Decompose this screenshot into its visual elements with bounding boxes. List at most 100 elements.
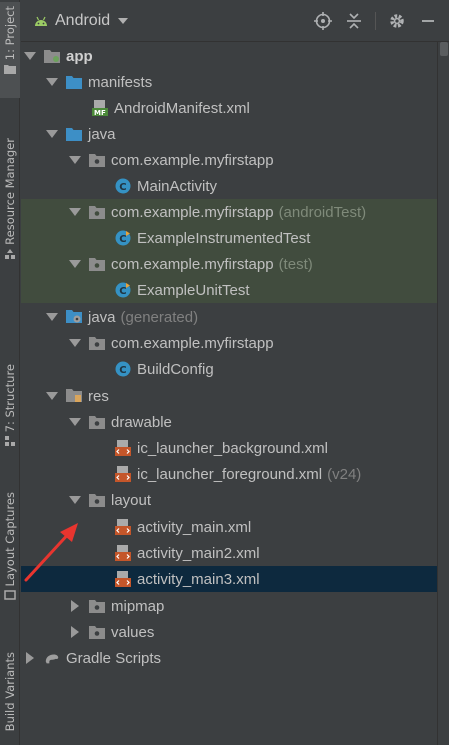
tree-label: java bbox=[88, 125, 116, 143]
package-icon bbox=[89, 204, 105, 220]
tree-item-ic-launcher-foreground[interactable]: ic_launcher_foreground.xml (v24) bbox=[21, 461, 437, 487]
expand-arrow-icon[interactable] bbox=[69, 260, 81, 268]
expand-arrow-icon[interactable] bbox=[46, 130, 58, 138]
tree-item-android-manifest[interactable]: MF AndroidManifest.xml bbox=[21, 95, 437, 121]
expand-arrow-icon[interactable] bbox=[46, 78, 58, 86]
tree-item-java[interactable]: java bbox=[21, 121, 437, 147]
package-icon bbox=[89, 256, 105, 272]
tab-structure-label: 7: Structure bbox=[3, 364, 17, 433]
scrollbar-thumb[interactable] bbox=[440, 42, 448, 56]
tab-structure[interactable]: 7: Structure bbox=[0, 364, 20, 460]
tree-item-package-generated[interactable]: com.example.myfirstapp bbox=[21, 330, 437, 356]
tree-item-package[interactable]: com.example.myfirstapp bbox=[21, 147, 437, 173]
shapes-icon bbox=[5, 248, 15, 259]
gear-icon[interactable] bbox=[387, 11, 407, 31]
tree-item-activity-main2[interactable]: activity_main2.xml bbox=[21, 540, 437, 566]
expand-arrow-icon[interactable] bbox=[69, 156, 81, 164]
tree-item-manifests[interactable]: manifests bbox=[21, 69, 437, 95]
folder-icon bbox=[66, 126, 82, 142]
class-icon: C bbox=[115, 178, 131, 194]
tree-label: activity_main3.xml bbox=[137, 570, 260, 588]
manifest-file-icon: MF bbox=[92, 100, 108, 116]
generated-folder-icon bbox=[66, 309, 82, 325]
tree-item-java-generated[interactable]: java (generated) bbox=[21, 304, 437, 330]
vertical-scrollbar[interactable] bbox=[437, 42, 449, 745]
folder-icon bbox=[66, 74, 82, 90]
tool-window-strip: 1: Project Resource Manager 7: Structure… bbox=[0, 0, 20, 745]
tree-label: com.example.myfirstapp bbox=[111, 151, 274, 169]
tree-item-res[interactable]: res bbox=[21, 383, 437, 409]
collapse-arrow-icon[interactable] bbox=[71, 600, 79, 612]
tree-label: res bbox=[88, 387, 109, 405]
android-icon bbox=[35, 16, 47, 26]
tree-item-layout[interactable]: layout bbox=[21, 487, 437, 513]
tree-item-main-activity[interactable]: C MainActivity bbox=[21, 173, 437, 199]
collapse-all-icon[interactable] bbox=[344, 11, 364, 31]
tree-label-suffix: (test) bbox=[278, 255, 313, 273]
tab-project[interactable]: 1: Project bbox=[0, 2, 20, 98]
tree-label: Gradle Scripts bbox=[66, 649, 162, 667]
tab-build-variants[interactable]: Build Variants bbox=[0, 652, 20, 742]
tree-label: com.example.myfirstapp bbox=[111, 334, 274, 352]
tab-resource-manager[interactable]: Resource Manager bbox=[0, 138, 20, 288]
view-selector[interactable]: Android bbox=[55, 12, 110, 30]
tree-item-activity-main[interactable]: activity_main.xml bbox=[21, 514, 437, 540]
xml-file-icon bbox=[115, 571, 131, 587]
expand-arrow-icon[interactable] bbox=[46, 392, 58, 400]
tree-label: mipmap bbox=[111, 597, 165, 615]
package-icon bbox=[89, 335, 105, 351]
tree-item-drawable[interactable]: drawable bbox=[21, 409, 437, 435]
tree-label: activity_main2.xml bbox=[137, 544, 260, 562]
package-icon bbox=[89, 492, 105, 508]
expand-arrow-icon[interactable] bbox=[69, 418, 81, 426]
tree-item-values[interactable]: values bbox=[21, 619, 437, 645]
tree-label: drawable bbox=[111, 413, 172, 431]
tab-project-label: 1: Project bbox=[3, 6, 17, 61]
tree-label: layout bbox=[111, 491, 152, 509]
collapse-arrow-icon[interactable] bbox=[71, 626, 79, 638]
tree-label: AndroidManifest.xml bbox=[114, 99, 250, 117]
locate-icon[interactable] bbox=[313, 11, 333, 31]
tree-label: ExampleUnitTest bbox=[137, 281, 250, 299]
tree-item-package-test[interactable]: com.example.myfirstapp (test) bbox=[21, 251, 437, 277]
svg-text:C: C bbox=[119, 286, 126, 297]
tab-resource-manager-label: Resource Manager bbox=[3, 138, 17, 245]
tree-item-gradle-scripts[interactable]: Gradle Scripts bbox=[21, 645, 437, 671]
tree-label: app bbox=[66, 47, 93, 65]
tree-label: com.example.myfirstapp bbox=[111, 203, 274, 221]
tree-label-suffix: (androidTest) bbox=[278, 203, 367, 221]
folder-icon bbox=[4, 65, 16, 75]
tab-layout-captures[interactable]: Layout Captures bbox=[0, 492, 20, 612]
tree-item-ic-launcher-background[interactable]: ic_launcher_background.xml bbox=[21, 435, 437, 461]
expand-arrow-icon[interactable] bbox=[69, 208, 81, 216]
test-class-icon: C bbox=[115, 282, 131, 298]
tree-item-unit-test[interactable]: C ExampleUnitTest bbox=[21, 277, 437, 303]
tree-item-activity-main3[interactable]: activity_main3.xml bbox=[21, 566, 437, 592]
tree-label: BuildConfig bbox=[137, 360, 214, 378]
test-class-icon: C bbox=[115, 230, 131, 246]
tree-item-build-config[interactable]: C BuildConfig bbox=[21, 356, 437, 382]
expand-arrow-icon[interactable] bbox=[69, 339, 81, 347]
expand-arrow-icon[interactable] bbox=[24, 52, 36, 60]
tree-label-suffix: (generated) bbox=[120, 308, 199, 326]
xml-file-icon bbox=[115, 466, 131, 482]
tree-item-package-android-test[interactable]: com.example.myfirstapp (androidTest) bbox=[21, 199, 437, 225]
tree-item-instrumented-test[interactable]: C ExampleInstrumentedTest bbox=[21, 225, 437, 251]
tree-label: activity_main.xml bbox=[137, 518, 252, 536]
package-icon bbox=[89, 624, 105, 640]
capture-icon bbox=[4, 590, 16, 601]
chevron-down-icon[interactable] bbox=[118, 17, 129, 24]
tree-label: MainActivity bbox=[137, 177, 218, 195]
expand-arrow-icon[interactable] bbox=[46, 313, 58, 321]
collapse-arrow-icon[interactable] bbox=[26, 652, 34, 664]
svg-text:C: C bbox=[119, 182, 126, 193]
xml-file-icon bbox=[115, 545, 131, 561]
tree-item-app[interactable]: app bbox=[21, 43, 437, 69]
tab-build-variants-label: Build Variants bbox=[3, 652, 17, 732]
minimize-icon[interactable] bbox=[418, 11, 438, 31]
xml-file-icon bbox=[115, 440, 131, 456]
package-icon bbox=[89, 414, 105, 430]
expand-arrow-icon[interactable] bbox=[69, 496, 81, 504]
tree-label: ExampleInstrumentedTest bbox=[137, 229, 311, 247]
tree-item-mipmap[interactable]: mipmap bbox=[21, 593, 437, 619]
